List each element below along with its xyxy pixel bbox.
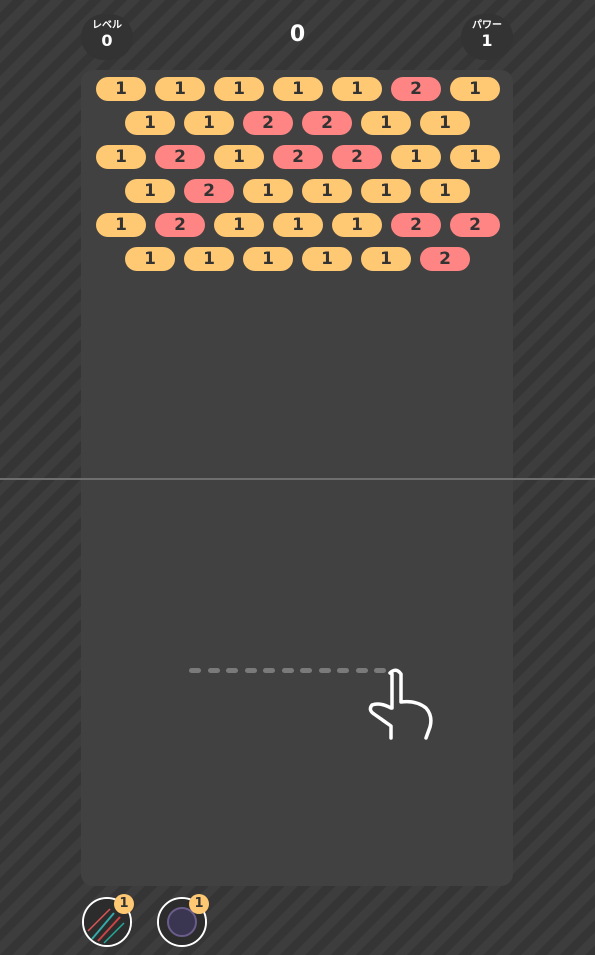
brick: 1 — [273, 213, 323, 237]
brick: 1 — [125, 179, 175, 203]
brick: 1 — [184, 247, 234, 271]
brick: 2 — [273, 145, 323, 169]
brick: 2 — [332, 145, 382, 169]
brick: 2 — [420, 247, 470, 271]
aim-dash — [318, 668, 331, 673]
brick: 1 — [214, 145, 264, 169]
item-count-badge: 1 — [114, 894, 134, 914]
brick: 1 — [391, 145, 441, 169]
brick: 2 — [450, 213, 500, 237]
brick: 1 — [155, 77, 205, 101]
aim-dash — [337, 668, 349, 673]
brick: 1 — [420, 179, 470, 203]
brick: 2 — [243, 111, 293, 135]
brick: 1 — [243, 179, 293, 203]
aim-dash — [300, 668, 312, 673]
brick: 1 — [184, 111, 234, 135]
aim-dash — [189, 668, 201, 673]
brick: 1 — [96, 77, 146, 101]
launch-line — [0, 478, 595, 480]
brick: 1 — [332, 77, 382, 101]
brick: 1 — [96, 213, 146, 237]
brick: 1 — [361, 111, 411, 135]
brick: 2 — [391, 77, 441, 101]
brick: 1 — [332, 213, 382, 237]
brick: 1 — [361, 179, 411, 203]
brick: 1 — [243, 247, 293, 271]
brick: 2 — [155, 213, 205, 237]
brick: 1 — [125, 247, 175, 271]
brick: 1 — [450, 145, 500, 169]
brick: 1 — [96, 145, 146, 169]
power-value: 1 — [481, 31, 493, 50]
aim-dash — [263, 668, 275, 673]
item-count-badge: 1 — [189, 894, 209, 914]
brick: 1 — [214, 77, 264, 101]
swipe-hand-icon — [368, 668, 433, 740]
aim-dash — [207, 668, 220, 673]
brick: 1 — [420, 111, 470, 135]
brick: 1 — [125, 111, 175, 135]
brick: 1 — [214, 213, 264, 237]
brick: 1 — [273, 77, 323, 101]
brick: 2 — [184, 179, 234, 203]
brick: 2 — [155, 145, 205, 169]
aim-dash — [244, 668, 257, 673]
brick: 2 — [302, 111, 352, 135]
brick: 2 — [391, 213, 441, 237]
aim-dash — [226, 668, 238, 673]
brick: 1 — [361, 247, 411, 271]
power-display: パワー 1 — [461, 14, 513, 60]
brick: 1 — [450, 77, 500, 101]
brick: 1 — [302, 179, 352, 203]
brick: 1 — [302, 247, 352, 271]
aim-dash — [281, 668, 294, 673]
